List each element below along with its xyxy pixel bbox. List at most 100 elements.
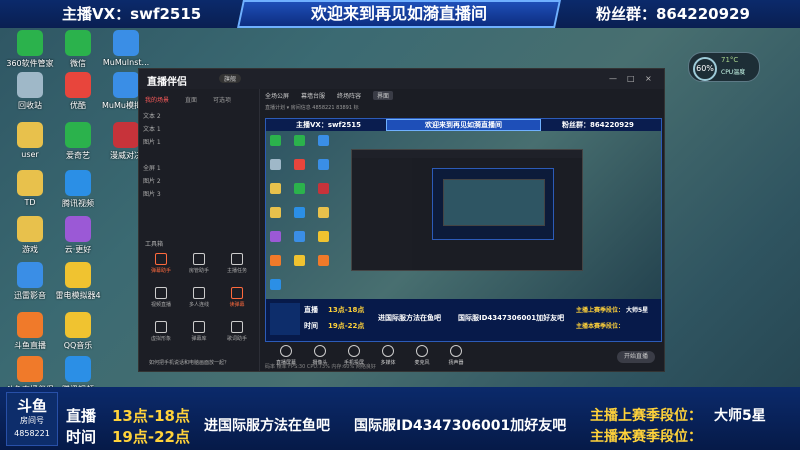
help-tip[interactable]: 如何把手机说话和电脑画面放一起？ bbox=[149, 359, 229, 366]
room-label: 房间号 bbox=[20, 416, 44, 425]
tool-label: 读弹幕 bbox=[229, 302, 245, 308]
preview-time: 时间 bbox=[304, 322, 318, 330]
preview-mini-icon bbox=[294, 207, 305, 218]
app-icon bbox=[65, 72, 91, 98]
bottom-tool-label: 麦克风 bbox=[414, 360, 430, 366]
desktop-icon[interactable]: 雷电模拟器4 bbox=[50, 262, 106, 301]
tool-label: 虚拟形象 bbox=[150, 336, 171, 342]
room-logo: 斗鱼 房间号 4858221 bbox=[6, 392, 58, 446]
app-icon bbox=[65, 312, 91, 338]
toolbox-item[interactable]: 视频直播 bbox=[143, 287, 179, 308]
layer-item[interactable]: 图片 1 bbox=[143, 137, 161, 146]
toolbox-title: 工具箱 bbox=[145, 241, 164, 248]
welcome-text: 欢迎来到再见如漪直播间 bbox=[310, 4, 487, 23]
bottom-tool-icon bbox=[348, 345, 360, 357]
tool-icon bbox=[231, 253, 243, 265]
scene-tab[interactable]: 幕墙台服 bbox=[301, 91, 325, 100]
preview-fans: 粉丝群：864220929 bbox=[562, 121, 634, 129]
preview-mini-icon bbox=[270, 159, 281, 170]
left-panel: 我的场景 直面 可选项 文本 2 文本 1 图片 1 全屏 1 图片 2 图片 3 工具箱… bbox=[139, 89, 260, 371]
tool-icon bbox=[155, 253, 167, 265]
desktop-icon-label: 腾讯视频 bbox=[62, 199, 94, 208]
preview-live: 直播 bbox=[304, 306, 318, 314]
layer-item[interactable]: 图片 2 bbox=[143, 176, 161, 185]
tab-options[interactable]: 可选项 bbox=[213, 95, 231, 104]
toolbox-item[interactable]: 多人连线 bbox=[181, 287, 217, 308]
toolbox-item[interactable]: 弹幕库 bbox=[181, 321, 217, 342]
app-icon bbox=[17, 262, 43, 288]
preview-time1: 13点-18点 bbox=[328, 306, 365, 314]
cpu-percent: 60% bbox=[693, 57, 717, 81]
room-info-bar: 直播计划 ▾ 房间信息 4858221 83891 标 bbox=[265, 105, 359, 111]
maximize-button[interactable]: □ bbox=[627, 74, 635, 83]
scene-tab-selected[interactable]: 界面 bbox=[373, 91, 394, 100]
tab-direct[interactable]: 直面 bbox=[185, 95, 197, 104]
tool-icon bbox=[231, 321, 243, 333]
scene-tab[interactable]: 全场公屏 bbox=[265, 91, 289, 100]
minimize-button[interactable]: — bbox=[609, 74, 617, 83]
toolbox-item[interactable]: 虚拟形象 bbox=[143, 321, 179, 342]
app-icon bbox=[17, 216, 43, 242]
preview-mini-icon bbox=[294, 255, 305, 266]
preview-mini-icon bbox=[318, 231, 329, 242]
app-icon bbox=[113, 30, 139, 56]
nested-preview bbox=[432, 168, 554, 240]
layer-item[interactable]: 文本 2 bbox=[143, 111, 161, 120]
toolbox-item[interactable]: 房管助手 bbox=[181, 253, 217, 274]
tool-icon bbox=[231, 287, 243, 299]
preview-mini-icon bbox=[294, 135, 305, 146]
ticker-msg1: 进国际服方法在鱼吧 bbox=[204, 418, 330, 434]
toolbox-item[interactable]: 主播任务 bbox=[219, 253, 255, 274]
host-contact: 主播VX：swf2515 bbox=[62, 5, 202, 23]
welcome-banner: 欢迎来到再见如漪直播间 bbox=[237, 0, 561, 28]
desktop-icon[interactable]: QQ音乐 bbox=[50, 312, 106, 351]
tab-scenes[interactable]: 我的场景 bbox=[145, 95, 169, 104]
tool-label: 房管助手 bbox=[188, 268, 209, 274]
preview-msg2: 国际服ID4347306001加好友吧 bbox=[458, 314, 565, 322]
ticker-msg2: 国际服ID4347306001加好友吧 bbox=[354, 418, 567, 434]
preview-mini-icon bbox=[318, 135, 329, 146]
app-icon bbox=[65, 216, 91, 242]
tool-icon bbox=[193, 321, 205, 333]
preview-welcome: 欢迎来到再见如漪直播间 bbox=[386, 119, 541, 131]
preview-mini-icon bbox=[270, 231, 281, 242]
bottom-tool[interactable]: 麦克风 bbox=[405, 345, 439, 366]
go-live-button[interactable]: 开始直播 bbox=[617, 351, 655, 363]
preview-rank2: 主播本赛季段位： bbox=[576, 323, 625, 330]
app-icon bbox=[65, 262, 91, 288]
layer-item[interactable]: 文本 1 bbox=[143, 124, 161, 133]
tool-label: 视频直播 bbox=[150, 302, 171, 308]
desktop-icon[interactable]: 腾讯视频 bbox=[50, 170, 106, 209]
desktop-icon-label: QQ音乐 bbox=[63, 341, 93, 350]
status-bar: 码率 帧率 FPS:30 CPU:73% 内存:60% 网络良好 bbox=[265, 364, 376, 370]
close-button[interactable]: × bbox=[645, 74, 652, 83]
preview-bottom-banner: 直播 时间 13点-18点 19点-22点 进国际服方法在鱼吧 国际服ID434… bbox=[266, 299, 661, 341]
desktop-icon[interactable]: 云·更好 bbox=[50, 216, 106, 255]
toolbox-item[interactable]: 读弹幕 bbox=[219, 287, 255, 308]
app-icon bbox=[65, 170, 91, 196]
bottom-tool-icon bbox=[450, 345, 462, 357]
bottom-tool[interactable]: 扬声器 bbox=[439, 345, 473, 366]
preview-mini-icon bbox=[294, 231, 305, 242]
desktop-icon[interactable]: MuMuInst... bbox=[98, 30, 154, 67]
tool-label: 歌词助手 bbox=[226, 336, 247, 342]
layer-item[interactable]: 全屏 1 bbox=[143, 163, 161, 172]
bottom-tool[interactable]: 多媒体 bbox=[371, 345, 405, 366]
preview-mini-icon bbox=[318, 159, 329, 170]
app-icon bbox=[65, 356, 91, 382]
time-label: 时间 bbox=[66, 428, 97, 446]
app-icon bbox=[17, 30, 43, 56]
live-time-1: 13点-18点 bbox=[112, 407, 190, 425]
rank-last-season-value: 大师5星 bbox=[714, 408, 766, 424]
bottom-tool-icon bbox=[416, 345, 428, 357]
tool-icon bbox=[193, 253, 205, 265]
tool-label: 弹幕库 bbox=[191, 336, 207, 342]
app-icon bbox=[17, 72, 43, 98]
layer-item[interactable]: 图片 3 bbox=[143, 189, 161, 198]
preview-rank1-value: 大师5星 bbox=[626, 307, 649, 314]
preview-mini-icon bbox=[270, 207, 281, 218]
toolbox-item[interactable]: 弹幕助手 bbox=[143, 253, 179, 274]
toolbox-item[interactable]: 歌词助手 bbox=[219, 321, 255, 342]
rank-last-season: 主播上赛季段位： bbox=[590, 408, 702, 424]
scene-tab[interactable]: 终场阵容 bbox=[337, 91, 361, 100]
